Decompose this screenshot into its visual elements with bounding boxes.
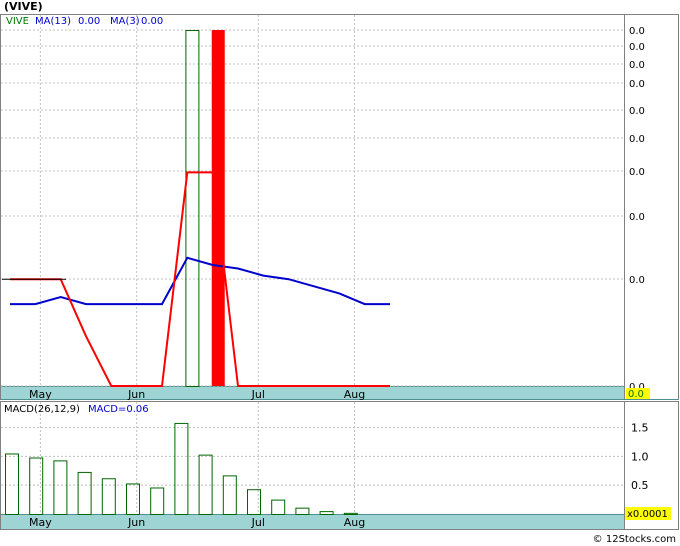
legend-ma13: MA(13): [35, 16, 71, 27]
macd-bar: [77, 471, 92, 515]
legend-ticker: VIVE: [6, 16, 29, 27]
price-axis-label: 0.0: [629, 26, 645, 37]
macd-bar: [5, 453, 19, 515]
price-axis-label: 0.0: [629, 42, 645, 53]
price-volume-bar: [185, 30, 200, 387]
macd-month-label: Aug: [344, 516, 365, 529]
price-highlight-bar: [211, 30, 225, 386]
macd-bar: [271, 499, 286, 515]
macd-month-label: Jun: [127, 516, 145, 529]
legend-ma3-value: 0.00: [141, 16, 163, 27]
macd-legend-value: MACD=0.06: [88, 404, 149, 415]
macd-axis-label: 1.5: [631, 422, 649, 435]
price-axis-label: 0.0: [629, 275, 645, 286]
price-axis-label: 0.0: [629, 60, 645, 71]
ma13-line: [10, 256, 390, 306]
watermark: © 12Stocks.com: [593, 534, 676, 545]
price-month-label: Jun: [127, 388, 145, 401]
macd-bar: [126, 483, 140, 515]
price-axis-label: 0.0: [629, 134, 645, 145]
price-month-label: Jul: [251, 388, 265, 401]
macd-bar: [53, 460, 68, 516]
macd-axis-label: 1.0: [631, 450, 649, 463]
macd-month-label: Jul: [251, 516, 265, 529]
macd-bar: [174, 422, 189, 515]
macd-bar: [150, 487, 165, 516]
legend-ma3: MA(3): [110, 16, 140, 27]
macd-bar: [295, 507, 310, 515]
stock-chart: 0.0 0.0 0.0 0.0 0.0 0.0 0.0 0.0 0.0 0.0 May Jun Jul A…: [0, 14, 679, 545]
price-month-label: Aug: [344, 388, 365, 401]
macd-bar: [222, 475, 237, 515]
macd-month-strip: [1, 515, 624, 529]
price-last-value: 0.0: [628, 389, 644, 400]
price-panel-frame: [0, 14, 679, 400]
macd-legend-label: MACD(26,12,9): [4, 404, 80, 415]
macd-bar: [319, 511, 334, 515]
macd-bar: [101, 478, 116, 515]
price-month-label: May: [29, 388, 52, 401]
price-month-strip: [1, 387, 624, 399]
price-axis-label: 0.0: [629, 212, 645, 223]
price-axis-label: 0.0: [629, 106, 645, 117]
macd-multiplier: x0.0001: [627, 509, 668, 520]
price-axis-label: 0.0: [629, 167, 645, 178]
macd-axis-label: 0.5: [631, 479, 649, 492]
macd-bar: [343, 512, 358, 515]
legend-ma13-value: 0.00: [78, 16, 100, 27]
macd-month-label: May: [29, 516, 52, 529]
price-axis-label: 0.0: [629, 79, 645, 90]
